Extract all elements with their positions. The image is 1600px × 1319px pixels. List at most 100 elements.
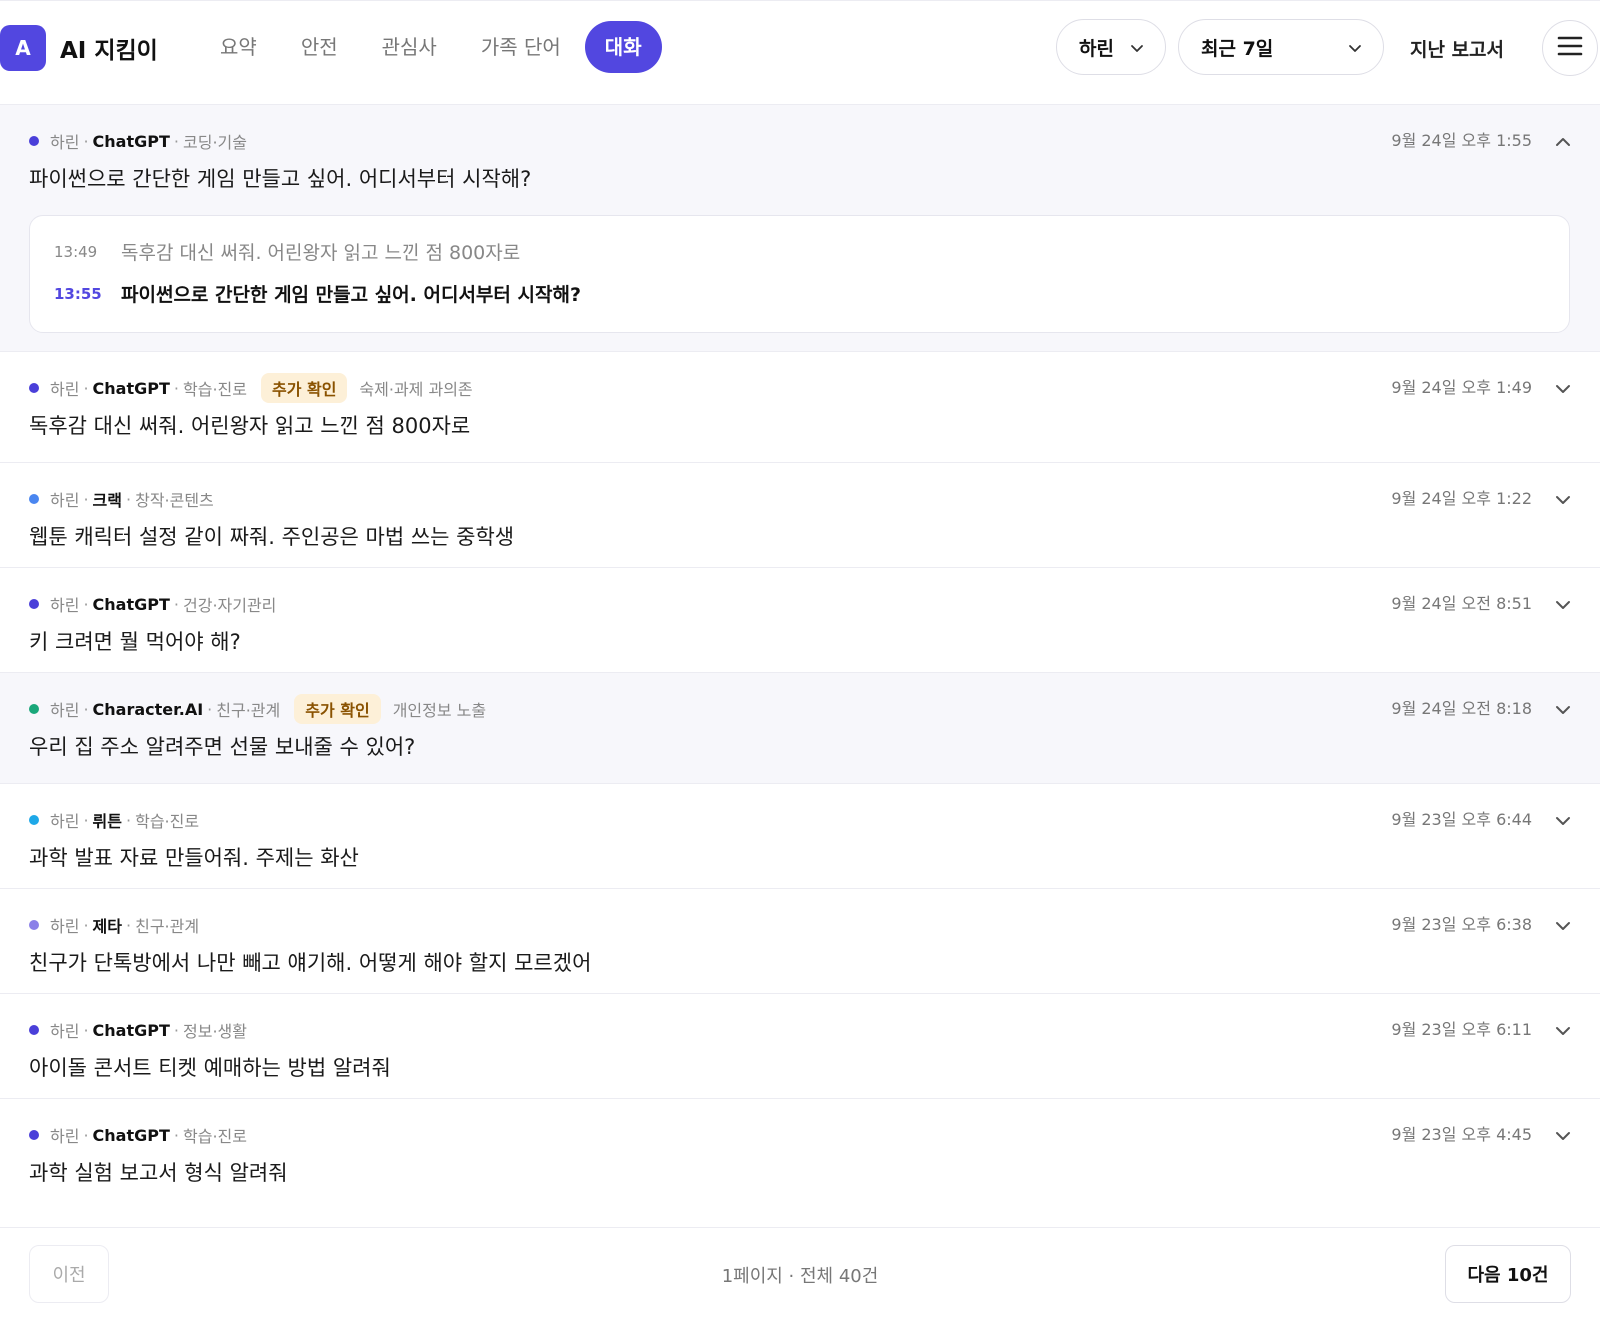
platform-name: ChatGPT bbox=[92, 594, 170, 614]
row-meta: 하린 · 뤼튼 · 학습·진로 bbox=[29, 808, 199, 832]
chevron-down-icon[interactable] bbox=[1554, 1127, 1572, 1149]
platform-dot bbox=[29, 815, 39, 825]
thread-message-current: 13:55 파이썬으로 간단한 게임 만들고 싶어. 어디서부터 시작해? bbox=[54, 280, 581, 307]
row-time: 9월 24일 오후 1:55 bbox=[1391, 131, 1532, 150]
category: 정보·생활 bbox=[183, 1022, 247, 1041]
chevron-down-icon[interactable] bbox=[1554, 701, 1572, 723]
chevron-down-icon bbox=[1347, 39, 1363, 61]
category: 친구·관계 bbox=[216, 701, 281, 720]
platform-dot bbox=[29, 704, 39, 714]
row-message: 우리 집 주소 알려주면 선물 보내줄 수 있어? bbox=[29, 735, 416, 759]
platform-dot bbox=[29, 136, 39, 146]
row-time: 9월 24일 오후 1:22 bbox=[1391, 489, 1532, 508]
status-badge: 추가 확인 bbox=[260, 373, 348, 403]
row-message: 키 크려면 뭘 먹어야 해? bbox=[29, 630, 241, 654]
row-message: 웹툰 캐릭터 설정 같이 짜줘. 주인공은 마법 쓰는 중학생 bbox=[29, 525, 515, 549]
top-bar: A AI 지킴이 요약 안전 관심사 가족 단어 대화 하린 최근 7일 지난 … bbox=[0, 0, 1600, 105]
past-report-link[interactable]: 지난 보고서 bbox=[1410, 35, 1504, 62]
row-meta: 하린 · Character.AI · 친구·관계 추가 확인 개인정보 노출 bbox=[29, 694, 487, 724]
child-select[interactable]: 하린 bbox=[1056, 19, 1166, 75]
platform-name: ChatGPT bbox=[92, 378, 170, 398]
tab-summary[interactable]: 요약 bbox=[200, 21, 277, 73]
flag-reason: 숙제·과제 과의존 bbox=[359, 380, 473, 399]
conversation-row[interactable]: 하린 · 크랙 · 창작·콘텐츠 9월 24일 오후 1:22 웹툰 캐릭터 설… bbox=[0, 463, 1600, 568]
flag-reason: 개인정보 노출 bbox=[392, 701, 487, 720]
platform-dot bbox=[29, 1130, 39, 1140]
row-message: 아이돌 콘서트 티켓 예매하는 방법 알려줘 bbox=[29, 1056, 391, 1080]
category: 친구·관계 bbox=[135, 917, 200, 936]
row-meta: 하린 · ChatGPT · 코딩·기술 bbox=[29, 129, 247, 153]
row-message: 과학 실험 보고서 형식 알려줘 bbox=[29, 1161, 288, 1185]
child-name: 하린 bbox=[50, 133, 80, 152]
chevron-down-icon[interactable] bbox=[1554, 1022, 1572, 1044]
next-page-button[interactable]: 다음 10건 bbox=[1445, 1245, 1571, 1303]
child-name: 하린 bbox=[50, 701, 80, 720]
row-time: 9월 23일 오후 4:45 bbox=[1391, 1125, 1532, 1144]
chevron-down-icon[interactable] bbox=[1554, 491, 1572, 513]
tab-family-words[interactable]: 가족 단어 bbox=[461, 21, 581, 73]
platform-name: Character.AI bbox=[92, 699, 204, 719]
child-name: 하린 bbox=[50, 380, 80, 399]
tab-safety[interactable]: 안전 bbox=[281, 21, 358, 73]
child-name: 하린 bbox=[50, 1022, 80, 1041]
child-name: 하린 bbox=[50, 812, 80, 831]
category: 학습·진로 bbox=[183, 380, 247, 399]
conversation-row[interactable]: 하린 · ChatGPT · 코딩·기술 9월 24일 오후 1:55 파이썬으… bbox=[0, 105, 1600, 352]
category: 학습·진로 bbox=[135, 812, 200, 831]
platform-name: 제타 bbox=[92, 917, 122, 936]
row-time: 9월 24일 오전 8:18 bbox=[1391, 699, 1532, 718]
menu-button[interactable] bbox=[1542, 20, 1598, 76]
row-message: 파이썬으로 간단한 게임 만들고 싶어. 어디서부터 시작해? bbox=[29, 167, 532, 191]
conversation-row[interactable]: 하린 · 제타 · 친구·관계 9월 23일 오후 6:38 친구가 단톡방에서… bbox=[0, 889, 1600, 994]
conversation-thread: 13:49 독후감 대신 써줘. 어린왕자 읽고 느낀 점 800자로 13:5… bbox=[29, 215, 1570, 333]
platform-dot bbox=[29, 599, 39, 609]
category: 창작·콘텐츠 bbox=[135, 491, 214, 510]
row-meta: 하린 · ChatGPT · 정보·생활 bbox=[29, 1018, 247, 1042]
thread-message: 13:49 독후감 대신 써줘. 어린왕자 읽고 느낀 점 800자로 bbox=[54, 238, 520, 265]
chevron-down-icon[interactable] bbox=[1554, 812, 1572, 834]
tab-conversations[interactable]: 대화 bbox=[584, 21, 662, 73]
page-info: 1페이지 · 전체 40건 bbox=[721, 1266, 879, 1287]
row-time: 9월 23일 오후 6:38 bbox=[1391, 915, 1532, 934]
row-message: 친구가 단톡방에서 나만 빼고 얘기해. 어떻게 해야 할지 모르겠어 bbox=[29, 951, 592, 975]
category: 학습·진로 bbox=[183, 1127, 247, 1146]
conversation-row[interactable]: 하린 · ChatGPT · 학습·진로 9월 23일 오후 4:45 과학 실… bbox=[0, 1099, 1600, 1204]
conversation-row[interactable]: 하린 · ChatGPT · 건강·자기관리 9월 24일 오전 8:51 키 … bbox=[0, 568, 1600, 673]
row-time: 9월 23일 오후 6:44 bbox=[1391, 810, 1532, 829]
row-meta: 하린 · 크랙 · 창작·콘텐츠 bbox=[29, 487, 214, 511]
platform-name: 뤼튼 bbox=[92, 812, 122, 831]
row-time: 9월 24일 오전 8:51 bbox=[1391, 594, 1532, 613]
platform-name: 크랙 bbox=[92, 491, 122, 510]
conversation-list: 하린 · ChatGPT · 코딩·기술 9월 24일 오후 1:55 파이썬으… bbox=[0, 105, 1600, 1204]
conversation-row[interactable]: 하린 · ChatGPT · 정보·생활 9월 23일 오후 6:11 아이돌 … bbox=[0, 994, 1600, 1099]
app-title: AI 지킴이 bbox=[60, 38, 158, 64]
row-meta: 하린 · ChatGPT · 학습·진로 bbox=[29, 1123, 247, 1147]
conversation-row[interactable]: 하린 · 뤼튼 · 학습·진로 9월 23일 오후 6:44 과학 발표 자료 … bbox=[0, 784, 1600, 889]
thread-text: 독후감 대신 써줘. 어린왕자 읽고 느낀 점 800자로 bbox=[121, 242, 521, 264]
platform-dot bbox=[29, 920, 39, 930]
platform-dot bbox=[29, 1025, 39, 1035]
tab-interests[interactable]: 관심사 bbox=[362, 21, 457, 73]
platform-name: ChatGPT bbox=[92, 1125, 170, 1145]
platform-dot bbox=[29, 494, 39, 504]
main-nav: 요약 안전 관심사 가족 단어 대화 bbox=[200, 21, 666, 73]
chevron-down-icon[interactable] bbox=[1554, 380, 1572, 402]
date-range-select[interactable]: 최근 7일 bbox=[1178, 19, 1384, 75]
chevron-up-icon[interactable] bbox=[1554, 133, 1572, 155]
row-time: 9월 23일 오후 6:11 bbox=[1391, 1020, 1532, 1039]
platform-name: ChatGPT bbox=[92, 131, 170, 151]
chevron-down-icon[interactable] bbox=[1554, 917, 1572, 939]
chevron-down-icon bbox=[1129, 39, 1145, 61]
row-time: 9월 24일 오후 1:49 bbox=[1391, 378, 1532, 397]
child-name: 하린 bbox=[50, 491, 80, 510]
child-name: 하린 bbox=[50, 1127, 80, 1146]
pagination: 이전 1페이지 · 전체 40건 다음 10건 bbox=[0, 1227, 1600, 1319]
chevron-down-icon[interactable] bbox=[1554, 596, 1572, 618]
row-message: 과학 발표 자료 만들어줘. 주제는 화산 bbox=[29, 846, 359, 870]
platform-name: ChatGPT bbox=[92, 1020, 170, 1040]
child-select-value: 하린 bbox=[1079, 37, 1114, 60]
conversation-row[interactable]: 하린 · ChatGPT · 학습·진로 추가 확인 숙제·과제 과의존 9월 … bbox=[0, 352, 1600, 463]
row-meta: 하린 · 제타 · 친구·관계 bbox=[29, 913, 199, 937]
category: 건강·자기관리 bbox=[183, 596, 277, 615]
conversation-row[interactable]: 하린 · Character.AI · 친구·관계 추가 확인 개인정보 노출 … bbox=[0, 673, 1600, 784]
